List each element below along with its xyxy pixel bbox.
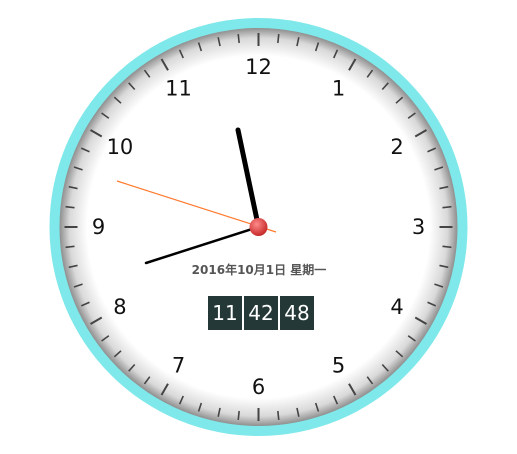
- hour-numeral: 1: [332, 76, 345, 100]
- analog-clock: 121234567891011 2016年10月1日 星期一: [49, 18, 468, 436]
- minute-tick: [237, 410, 240, 421]
- minute-tick: [65, 245, 75, 249]
- digital-minutes: 42: [244, 296, 278, 330]
- hour-numeral: 2: [390, 135, 403, 159]
- hour-numeral: 3: [412, 215, 425, 239]
- hour-numeral: 4: [390, 295, 403, 319]
- hour-numeral: 7: [172, 354, 185, 378]
- minute-tick: [442, 245, 452, 249]
- minute-tick: [277, 410, 280, 421]
- hour-numeral: 8: [113, 295, 126, 319]
- hour-numeral: 5: [332, 354, 345, 378]
- hour-numeral: 9: [92, 215, 105, 239]
- hour-numeral: 10: [107, 135, 134, 159]
- date-label: 2016年10月1日 星期一: [192, 262, 327, 277]
- clock-widget: 12 1 2 3 4 5 6 7 8 9 10 11 2016年10月1日 星期一 11 42 48: [0, 0, 517, 454]
- minute-tick: [442, 205, 452, 209]
- hour-numeral: 11: [165, 76, 192, 100]
- minute-tick: [65, 205, 75, 209]
- digital-time: 11 42 48: [208, 296, 314, 330]
- center-cap: [249, 218, 268, 236]
- hour-numeral: 6: [252, 375, 265, 399]
- digital-seconds: 48: [280, 296, 314, 330]
- digital-hours: 11: [208, 296, 242, 330]
- hour-numeral: 12: [245, 55, 272, 79]
- minute-tick: [277, 33, 280, 44]
- minute-tick: [237, 33, 240, 44]
